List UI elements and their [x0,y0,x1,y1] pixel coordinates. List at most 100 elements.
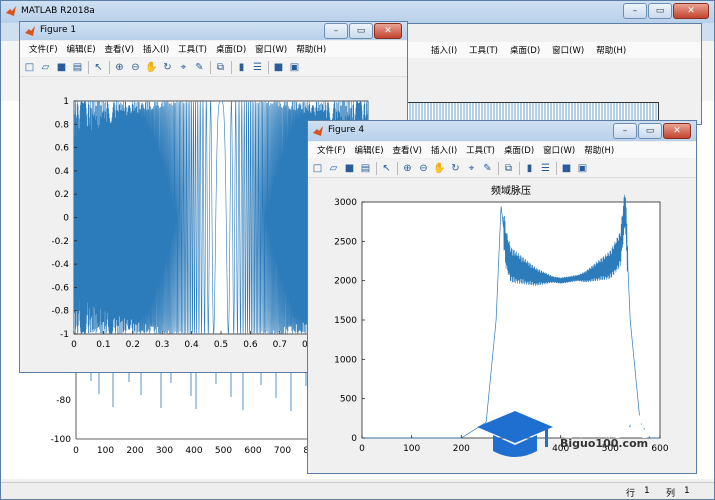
figure1-titlebar[interactable]: Figure 1 – ▭ ✕ [20,22,407,40]
menu-item[interactable]: 插入(I) [431,144,457,156]
legend-icon[interactable]: ☰ [251,61,264,74]
figure4-minimize-button[interactable]: – [613,123,637,139]
ytick-label: 0 [63,214,69,224]
datacursor-icon[interactable]: ⌖ [465,162,478,175]
ytick-label: -1 [60,330,69,340]
bg-ytick-label: -100 [51,435,72,445]
figure4-titlebar[interactable]: Figure 4 – ▭ ✕ [308,121,696,141]
bg-lower-plot: -80 -100 0100200300400500600700800 [21,371,321,461]
zoom-in-icon[interactable]: ⊕ [113,61,126,74]
figure4-menubar: 文件(F) 编辑(E) 查看(V) 插入(I) 工具(T) 桌面(D) 窗口(W) 帮助(H) [308,142,696,158]
figure4-maximize-button[interactable]: ▭ [638,123,662,139]
xtick-label: 0.5 [214,340,228,350]
ytick-label: 1000 [334,355,357,365]
menu-item[interactable]: 窗口(W) [543,144,575,156]
toolbar-separator [556,161,557,175]
figure1-title: Figure 1 [40,25,77,35]
main-minimize-button[interactable]: – [623,3,647,19]
rotate-icon[interactable]: ↻ [449,162,462,175]
ytick-label: 0 [351,434,357,444]
pan-icon[interactable]: ✋ [145,61,158,74]
menu-item[interactable]: 插入(I) [143,43,169,55]
datacursor-icon[interactable]: ⌖ [177,61,190,74]
watermark: 必过源码 Biguo100.com [475,405,705,465]
xtick-label: 0 [71,340,77,350]
brush-icon[interactable]: ✎ [481,162,494,175]
ytick-label: -0.2 [51,237,69,247]
xtick-label: 0.2 [126,340,140,350]
link-icon[interactable]: ⧉ [502,162,515,175]
dock-icon[interactable]: ▣ [576,162,589,175]
link-icon[interactable]: ⧉ [214,61,227,74]
menu-item[interactable]: 帮助(H) [584,144,614,156]
watermark-url: Biguo100.com [560,437,649,450]
open-file-icon[interactable]: ▱ [327,162,340,175]
status-col-value: 1 [684,486,690,496]
menu-item[interactable]: 查看(V) [105,43,134,55]
main-window-title: MATLAB R2018a [21,6,95,16]
menu-item[interactable]: 工具(T) [178,43,207,55]
main-titlebar[interactable]: MATLAB R2018a – ▭ ✕ [1,1,714,23]
main-maximize-button[interactable]: ▭ [648,3,672,19]
menu-item[interactable]: 编辑(E) [355,144,384,156]
print-icon[interactable]: ▤ [71,61,84,74]
ytick-label: 0.6 [55,144,70,154]
bg-ytick-label: -80 [56,396,71,406]
ytick-label: 500 [340,395,357,405]
dock-icon[interactable]: ▣ [288,61,301,74]
print-icon[interactable]: ▤ [359,162,372,175]
menu-item[interactable]: 查看(V) [393,144,422,156]
menu-item[interactable]: 编辑(E) [67,43,96,55]
bg-menu-item[interactable]: 桌面(D) [510,44,540,56]
hide-icon[interactable]: ■ [272,61,285,74]
zoom-out-icon[interactable]: ⊖ [129,61,142,74]
bg-xtick-label: 300 [156,446,173,456]
figure1-close-button[interactable]: ✕ [374,23,402,39]
pointer-icon[interactable]: ↖ [92,61,105,74]
bg-xtick-label: 400 [185,446,202,456]
hide-icon[interactable]: ■ [560,162,573,175]
toolbar-separator [88,60,89,74]
brush-icon[interactable]: ✎ [193,61,206,74]
pointer-icon[interactable]: ↖ [380,162,393,175]
main-close-button[interactable]: ✕ [673,3,709,19]
legend-icon[interactable]: ☰ [539,162,552,175]
save-icon[interactable]: ■ [55,61,68,74]
figure1-minimize-button[interactable]: – [324,23,348,39]
xtick-label: 100 [403,444,420,454]
xtick-label: 0.4 [184,340,199,350]
bg-menu-item[interactable]: 帮助(H) [596,44,626,56]
new-file-icon[interactable]: □ [311,162,324,175]
menu-item[interactable]: 文件(F) [317,144,346,156]
figure4-close-button[interactable]: ✕ [663,123,691,139]
menu-item[interactable]: 帮助(H) [296,43,326,55]
zoom-in-icon[interactable]: ⊕ [401,162,414,175]
new-file-icon[interactable]: □ [23,61,36,74]
menu-item[interactable]: 桌面(D) [216,43,246,55]
figure1-maximize-button[interactable]: ▭ [349,23,373,39]
rotate-icon[interactable]: ↻ [161,61,174,74]
open-file-icon[interactable]: ▱ [39,61,52,74]
bg-menu-item[interactable]: 窗口(W) [552,44,584,56]
ytick-label: -0.4 [51,260,69,270]
bg-xtick-label: 0 [73,446,79,456]
colorbar-icon[interactable]: ▮ [235,61,248,74]
menu-item[interactable]: 桌面(D) [504,144,534,156]
status-row-label: 行 [626,489,636,499]
figure4-title: Figure 4 [328,125,365,135]
zoom-out-icon[interactable]: ⊖ [417,162,430,175]
menu-item[interactable]: 文件(F) [29,43,58,55]
toolbar-separator [498,161,499,175]
menu-item[interactable]: 窗口(W) [255,43,287,55]
status-col-label: 列 [666,489,676,499]
main-statusbar: 行 1 列 1 [1,482,714,499]
ytick-label: 0.8 [55,120,70,130]
xtick-label: 0.6 [243,340,258,350]
bg-menu-item[interactable]: 插入(I) [431,44,457,56]
ytick-label: -0.8 [51,307,69,317]
colorbar-icon[interactable]: ▮ [523,162,536,175]
bg-menu-item[interactable]: 工具(T) [469,44,498,56]
save-icon[interactable]: ■ [343,162,356,175]
pan-icon[interactable]: ✋ [433,162,446,175]
menu-item[interactable]: 工具(T) [466,144,495,156]
